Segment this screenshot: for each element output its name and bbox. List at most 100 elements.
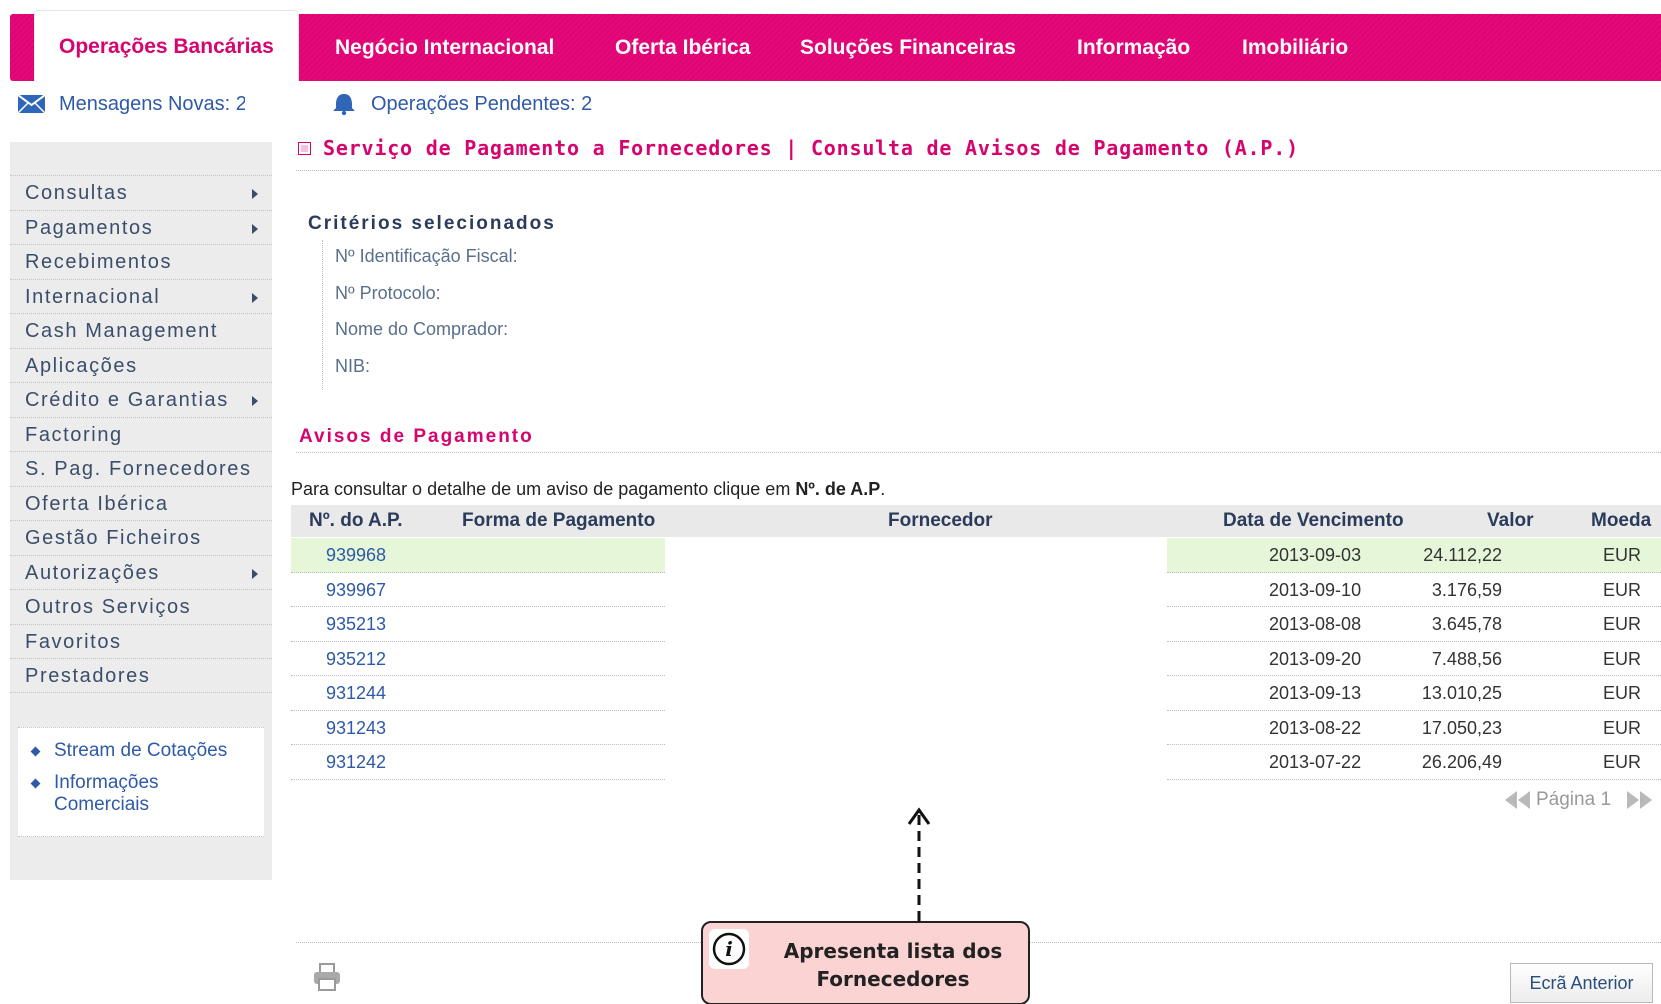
page-title: Serviço de Pagamento a Fornecedores | Co… [323, 136, 1299, 160]
value-cell: 26.206,49 [1421, 752, 1502, 772]
col-ap-header[interactable]: Nº. do A.P. [309, 505, 403, 537]
due-date-cell: 2013-07-22 [1269, 752, 1362, 772]
page-title-row: Serviço de Pagamento a Fornecedores | Co… [298, 136, 1299, 160]
sidebar-item-label: Recebimentos [25, 251, 173, 273]
col-value-header[interactable]: Valor [1487, 505, 1533, 537]
sidebar-item-s-pag-fornecedores[interactable]: S. Pag. Fornecedores [10, 451, 272, 486]
info-suffix: . [880, 479, 886, 499]
ap-number-link[interactable]: 935212 [326, 642, 386, 676]
sidebar-item-label: Favoritos [25, 630, 122, 653]
square-bullet-icon [298, 141, 311, 155]
info-icon: i [709, 929, 749, 969]
sidebar-item-label: S. Pag. Fornecedores [25, 458, 252, 480]
callout-text: Apresenta lista dos Fornecedores [783, 939, 1003, 991]
info-prefix: Para consultar o detalhe de um aviso de … [291, 479, 796, 499]
tab-negocio-internacional[interactable]: Negócio Internacional [335, 14, 554, 81]
col-payment-form-header[interactable]: Forma de Pagamento [462, 505, 655, 537]
sidebar-item-credito-e-garantias[interactable]: Crédito e Garantias [10, 382, 272, 417]
tab-informacao[interactable]: Informação [1077, 14, 1190, 81]
new-messages-link[interactable]: Mensagens Novas: 2 [18, 92, 245, 116]
sidebar-item-favoritos[interactable]: Favoritos [10, 623, 272, 659]
back-button[interactable]: Ecrã Anterior [1510, 963, 1653, 1003]
currency-cell: EUR [1603, 545, 1642, 565]
stream-cotacoes-link[interactable]: Stream de Cotações [30, 740, 227, 762]
criteria-protocol: Nº Protocolo: [335, 283, 441, 303]
sidebar-item-outros-servicos[interactable]: Outros Serviços [10, 589, 272, 624]
currency-cell: EUR [1603, 683, 1642, 703]
pagination: Página 1 [1502, 787, 1655, 813]
ap-number-link[interactable]: 931243 [326, 711, 386, 745]
currency-cell: EUR [1603, 717, 1642, 738]
value-cell: 3.176,59 [1431, 579, 1502, 600]
submenu-arrow-icon [252, 189, 258, 199]
submenu-arrow-icon [252, 223, 258, 234]
ap-number-link[interactable]: 931242 [326, 745, 386, 779]
sidebar-item-cash-management[interactable]: Cash Management [10, 313, 272, 348]
sidebar-item-label: Aplicações [25, 354, 138, 377]
due-date-cell: 2013-09-03 [1269, 545, 1362, 565]
informacoes-comerciais-label: Informações Comerciais [54, 772, 159, 815]
criteria-nib: NIB: [335, 356, 371, 376]
due-date-cell: 2013-08-22 [1269, 717, 1362, 738]
col-supplier-header[interactable]: Fornecedor [888, 505, 993, 537]
criteria-list: Nº Identificação Fiscal: Nº Protocolo: N… [322, 240, 518, 390]
due-date-cell: 2013-09-10 [1269, 579, 1362, 600]
sidebar-links-box: Stream de Cotações Informações Comerciai… [18, 727, 264, 837]
sidebar-item-label: Pagamentos [25, 216, 154, 239]
submenu-arrow-icon [252, 292, 258, 303]
criteria-heading: Critérios selecionados [308, 213, 556, 234]
sidebar-item-consultas[interactable]: Consultas [10, 175, 272, 210]
sidebar-item-label: Crédito e Garantias [25, 389, 229, 411]
info-line: Para consultar o detalhe de um aviso de … [291, 479, 885, 500]
tab-solucoes-financeiras[interactable]: Soluções Financeiras [800, 14, 1016, 81]
avisos-divider [296, 452, 1661, 453]
tab-operacoes-bancarias[interactable]: Operações Bancárias [34, 10, 299, 81]
sidebar-item-label: Gestão Ficheiros [25, 527, 202, 549]
sidebar-item-aplicacoes[interactable]: Aplicações [10, 347, 272, 383]
ap-number-link[interactable]: 939968 [326, 538, 386, 572]
sidebar-item-recebimentos[interactable]: Recebimentos [10, 244, 272, 279]
title-divider [296, 170, 1661, 171]
annotation-callout: i Apresenta lista dos Fornecedores [701, 921, 1030, 1004]
sidebar-item-internacional[interactable]: Internacional [10, 278, 272, 314]
due-date-cell: 2013-09-20 [1269, 648, 1362, 669]
top-nav-bar: Operações Bancárias Negócio Internacional… [10, 10, 1661, 81]
tab-imobiliario[interactable]: Imobiliário [1242, 14, 1348, 81]
col-due-date-header[interactable]: Data de Vencimento [1223, 505, 1404, 537]
new-messages-label: Mensagens Novas: 2 [59, 92, 245, 115]
table-header: Nº. do A.P. Forma de Pagamento Fornecedo… [291, 505, 1661, 537]
ap-number-link[interactable]: 931244 [326, 676, 386, 710]
sidebar-item-oferta-iberica[interactable]: Oferta Ibérica [10, 485, 272, 521]
sidebar-item-label: Outros Serviços [25, 596, 192, 618]
ap-number-link[interactable]: 939967 [326, 573, 386, 607]
pending-operations-link[interactable]: Operações Pendentes: 2 [331, 92, 592, 116]
printer-icon[interactable] [312, 962, 342, 992]
sidebar-item-label: Factoring [25, 423, 123, 446]
sidebar-item-prestadores[interactable]: Prestadores [10, 658, 272, 693]
tab-oferta-iberica[interactable]: Oferta Ibérica [615, 14, 750, 81]
sidebar-item-autorizacoes[interactable]: Autorizações [10, 554, 272, 590]
info-bold: Nº. de A.P [795, 479, 881, 499]
col-currency-header[interactable]: Moeda [1591, 505, 1651, 537]
avisos-heading: Avisos de Pagamento [299, 426, 534, 447]
currency-cell: EUR [1603, 614, 1642, 634]
informacoes-comerciais-link[interactable]: Informações Comerciais [30, 772, 242, 816]
currency-cell: EUR [1603, 579, 1642, 600]
svg-text:i: i [725, 937, 733, 961]
currency-cell: EUR [1603, 648, 1642, 669]
value-cell: 3.645,78 [1431, 614, 1502, 634]
sidebar-item-factoring[interactable]: Factoring [10, 416, 272, 452]
next-page-icon[interactable] [1625, 789, 1655, 811]
previous-page-icon[interactable] [1502, 789, 1532, 811]
sidebar: Consultas Pagamentos Recebimentos Internaci… [10, 142, 272, 880]
submenu-arrow-icon [252, 396, 258, 406]
sidebar-item-gestao-ficheiros[interactable]: Gestão Ficheiros [10, 520, 272, 555]
value-cell: 13.010,25 [1421, 683, 1502, 703]
sidebar-item-pagamentos[interactable]: Pagamentos [10, 209, 272, 245]
bell-icon [333, 94, 355, 115]
ap-number-link[interactable]: 935213 [326, 607, 386, 641]
value-cell: 7.488,56 [1431, 648, 1502, 669]
sidebar-item-label: Consultas [25, 182, 129, 204]
sidebar-item-label: Cash Management [25, 320, 218, 342]
sidebar-item-label: Internacional [25, 285, 161, 308]
